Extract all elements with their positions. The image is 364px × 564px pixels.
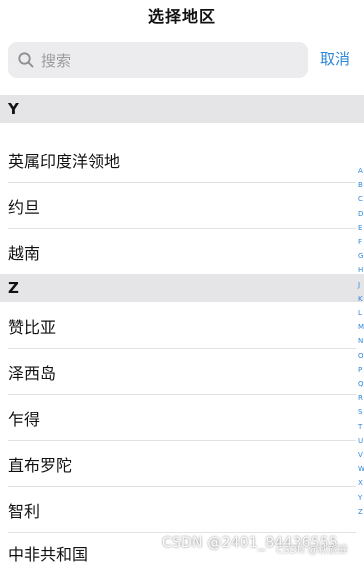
title-bar: 选择地区 (0, 0, 364, 30)
index-letter[interactable]: W (358, 466, 364, 473)
page-title: 选择地区 (147, 7, 216, 26)
index-letter[interactable]: X (358, 480, 364, 487)
index-letter[interactable]: H (358, 267, 364, 274)
index-letter[interactable]: G (358, 253, 364, 260)
index-letter[interactable]: Z (358, 508, 364, 516)
watermark-secondary: CSDN @秋旅蜂 (276, 545, 348, 556)
index-letter[interactable]: D (358, 210, 364, 218)
alphabet-index-bar[interactable]: ABCDEFGHJKLMNOPQRSTUVWXYZ (358, 168, 364, 548)
search-placeholder: 搜索 (41, 51, 72, 70)
list-item[interactable]: 赞比亚 (0, 303, 356, 348)
index-letter[interactable]: K (358, 295, 364, 303)
section-header-z: Z (0, 274, 364, 302)
list-item[interactable]: 泽西岛 (0, 349, 356, 394)
list-item[interactable]: 智利 (0, 487, 356, 532)
index-letter[interactable]: R (358, 395, 364, 402)
search-row: 搜索 取消 (0, 40, 364, 80)
search-input[interactable]: 搜索 (8, 42, 308, 78)
index-letter[interactable]: Q (358, 381, 364, 388)
search-icon (17, 51, 35, 69)
index-letter[interactable]: O (358, 352, 364, 360)
index-letter[interactable]: J (358, 281, 364, 289)
index-letter[interactable]: N (358, 338, 364, 345)
list-item[interactable]: 约旦 (0, 183, 356, 228)
section-header-y: Y (0, 95, 364, 123)
index-letter[interactable]: U (358, 437, 364, 445)
list-item[interactable]: 乍得 (0, 395, 356, 440)
index-letter[interactable]: A (358, 168, 364, 175)
list-item[interactable]: 越南 (0, 229, 356, 274)
index-letter[interactable]: Y (358, 494, 364, 502)
region-picker-screen: 选择地区 搜索 取消 Y 英属印度洋领地 约旦 越南 Z 赞比亚 泽西岛 乍得 … (0, 0, 364, 564)
index-letter[interactable]: S (358, 409, 364, 416)
index-letter[interactable]: L (358, 310, 364, 317)
list-item[interactable]: 直布罗陀 (0, 441, 356, 486)
index-letter[interactable]: T (358, 423, 364, 431)
list-item[interactable]: 英属印度洋领地 (0, 137, 356, 182)
index-letter[interactable]: P (358, 366, 364, 374)
index-letter[interactable]: V (358, 452, 364, 459)
index-letter[interactable]: M (358, 324, 364, 331)
cancel-button[interactable]: 取消 (320, 48, 350, 69)
index-letter[interactable]: B (358, 182, 364, 189)
index-letter[interactable]: C (358, 196, 364, 203)
index-letter[interactable]: F (358, 239, 364, 246)
index-letter[interactable]: E (358, 224, 364, 232)
